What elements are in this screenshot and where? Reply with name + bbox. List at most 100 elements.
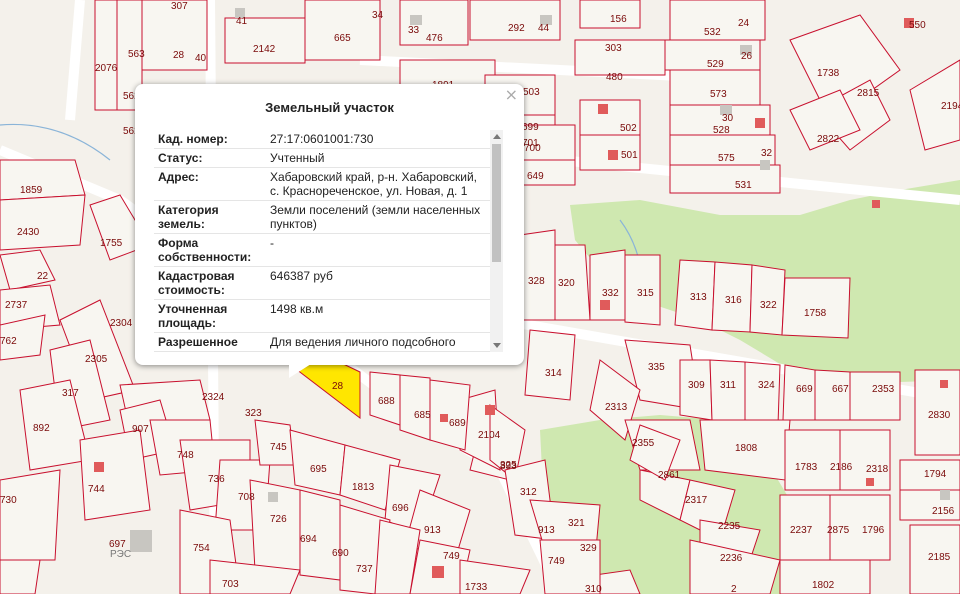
parcel-label: 44: [538, 23, 550, 34]
info-row: Статус: Учтенный: [154, 148, 491, 168]
info-value: 646387 руб: [266, 266, 491, 300]
parcel-label: 2236: [720, 553, 743, 564]
parcel-label: 321: [568, 518, 585, 529]
parcel-label: 316: [725, 295, 742, 306]
parcel-label: 737: [356, 564, 373, 575]
parcel-label: 28: [332, 381, 344, 392]
parcel-label: 913: [538, 525, 555, 536]
parcel-label: 550: [909, 20, 926, 31]
parcel-label: 1859: [20, 185, 43, 196]
parcel-label: 689: [449, 418, 466, 429]
parcel-label: 2822: [817, 134, 840, 145]
parcel-label: 2235: [718, 521, 741, 532]
parcel-label: 309: [688, 380, 705, 391]
parcel-label: 907: [132, 424, 149, 435]
popup-title: Земельный участок: [265, 100, 394, 115]
parcel-label: 322: [760, 300, 777, 311]
parcel-label: 665: [334, 33, 351, 44]
parcel-label: 1733: [465, 582, 488, 593]
popup-content[interactable]: Кад. номер: 27:17:0601001:730 Статус: Учтен…: [154, 130, 506, 352]
parcel-label: 749: [548, 556, 565, 567]
parcel-label: 748: [177, 450, 194, 461]
scroll-down-icon[interactable]: [493, 343, 501, 348]
parcel-label: 1758: [804, 308, 827, 319]
parcel-label: 292: [508, 23, 525, 34]
parcel-label: 41: [236, 16, 248, 27]
info-key: Кад. номер:: [154, 130, 266, 149]
info-row: Форма собственности: -: [154, 233, 491, 267]
parcel-label: 2186: [830, 462, 853, 473]
parcel-label: 2324: [202, 392, 225, 403]
parcel-label: 502: [620, 123, 637, 134]
parcel-label: 1794: [924, 469, 947, 480]
parcel-label: 726: [270, 514, 287, 525]
parcel-label: 313: [690, 292, 707, 303]
info-value: -: [266, 233, 491, 267]
parcel-label: 320: [558, 278, 575, 289]
info-row: Разрешенное Для ведения личного подсобног…: [154, 332, 491, 352]
parcel-label: 501: [621, 150, 638, 161]
popup-scrollbar[interactable]: [490, 130, 503, 352]
parcel-label: 649: [527, 171, 544, 182]
parcel-label: 2317: [685, 495, 708, 506]
parcel-label: 700: [524, 143, 541, 154]
parcel-label: 531: [735, 180, 752, 191]
parcel-label: 307: [171, 1, 188, 12]
parcel-label: 754: [193, 543, 210, 554]
info-value: Земли поселений (земли населенных пункто…: [266, 200, 491, 234]
parcel-label: 2156: [932, 506, 955, 517]
parcel-label: 480: [606, 72, 623, 83]
info-row: Адрес: Хабаровский край, р-н. Хабаровский…: [154, 167, 491, 201]
parcel-label: 892: [33, 423, 50, 434]
parcel-label: 311: [720, 380, 736, 391]
place-label-res: РЭС: [110, 549, 131, 560]
parcel-label: 2830: [928, 410, 951, 421]
parcel-label: 2194: [941, 101, 960, 112]
parcel-label: 708: [238, 492, 255, 503]
scroll-up-icon[interactable]: [493, 134, 501, 139]
parcel-label: 685: [414, 410, 431, 421]
parcel-label: 329: [580, 543, 597, 554]
info-value: 27:17:0601001:730: [266, 130, 491, 149]
parcel-label: 328: [528, 276, 545, 287]
scrollbar-thumb[interactable]: [492, 144, 501, 262]
parcel-label: 667: [832, 384, 849, 395]
parcel-label: 314: [545, 368, 562, 379]
parcel-label: 22: [37, 271, 49, 282]
close-icon[interactable]: ×: [505, 87, 518, 103]
parcel-label: 32: [761, 148, 773, 159]
parcel-label: 730: [0, 495, 17, 506]
parcel-label: 695: [310, 464, 327, 475]
parcel-label: 575: [718, 153, 735, 164]
info-key: Разрешенное: [154, 332, 266, 352]
parcel-label: 40: [195, 53, 207, 64]
info-key: Категория земель:: [154, 200, 266, 234]
parcel-label: 303: [605, 43, 622, 54]
popup-pointer: [289, 364, 311, 378]
parcel-label: 2104: [478, 430, 501, 441]
parcel-label: 335: [648, 362, 665, 373]
parcel-label: 325: [500, 460, 517, 471]
parcel-label: 323: [245, 408, 262, 419]
info-value: Учтенный: [266, 148, 491, 168]
parcel-label: 1738: [817, 68, 840, 79]
parcel-label: 156: [610, 14, 627, 25]
parcel-label: 2430: [17, 227, 40, 238]
parcel-label: 2142: [253, 44, 276, 55]
info-key: Адрес:: [154, 167, 266, 201]
info-key: Уточненная площадь:: [154, 299, 266, 333]
parcel-label: 2: [731, 584, 737, 594]
parcel-label: 332: [602, 288, 619, 299]
parcel-label: 529: [707, 59, 724, 70]
info-value: Хабаровский край, р-н. Хабаровский, с. К…: [266, 167, 491, 201]
info-value: 1498 кв.м: [266, 299, 491, 333]
parcel-label: 696: [392, 503, 409, 514]
parcel-label: 2185: [928, 552, 951, 563]
parcel-label: 2737: [5, 300, 28, 311]
parcel-label: 310: [585, 584, 602, 594]
parcel-label: 476: [426, 33, 443, 44]
info-row: Категория земель: Земли поселений (земли …: [154, 200, 491, 234]
parcel-label: 736: [208, 474, 225, 485]
parcel-label: 749: [443, 551, 460, 562]
info-key: Статус:: [154, 148, 266, 168]
